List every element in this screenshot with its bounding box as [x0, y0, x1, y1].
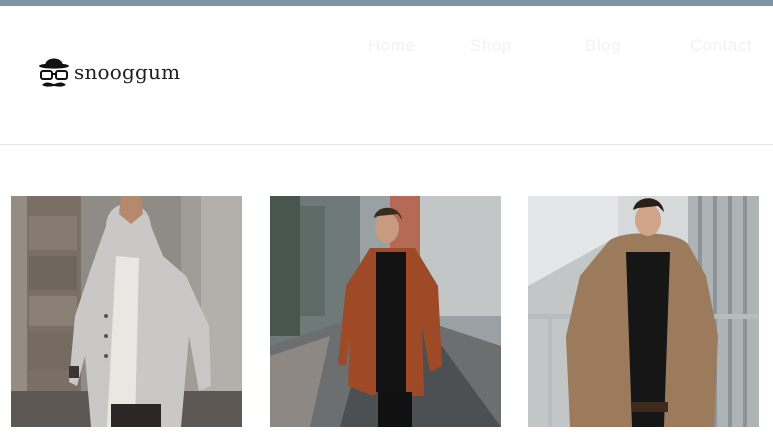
brand-logo-link[interactable]: snooggum	[38, 52, 180, 92]
nav-item-contact[interactable]: Contact	[690, 36, 752, 56]
nav-item-shop[interactable]: Shop	[470, 36, 512, 56]
bowler-hat-glasses-mustache-icon	[39, 58, 69, 87]
nav-item-home[interactable]: Home	[368, 36, 415, 56]
product-image-grey-coat[interactable]	[11, 196, 242, 427]
product-card[interactable]	[11, 196, 242, 427]
main-navigation: Home Shop Blog Contact	[340, 34, 773, 124]
site-header: snooggum Home Shop Blog Contact	[0, 6, 773, 144]
product-card[interactable]	[528, 196, 759, 427]
product-image-brown-coat[interactable]	[270, 196, 501, 427]
product-image-puffer-jacket[interactable]	[528, 196, 759, 427]
product-grid	[0, 196, 773, 440]
header-divider	[0, 144, 773, 145]
brand-name: snooggum	[74, 60, 181, 84]
nav-item-blog[interactable]: Blog	[585, 36, 621, 56]
product-card[interactable]	[270, 196, 501, 427]
